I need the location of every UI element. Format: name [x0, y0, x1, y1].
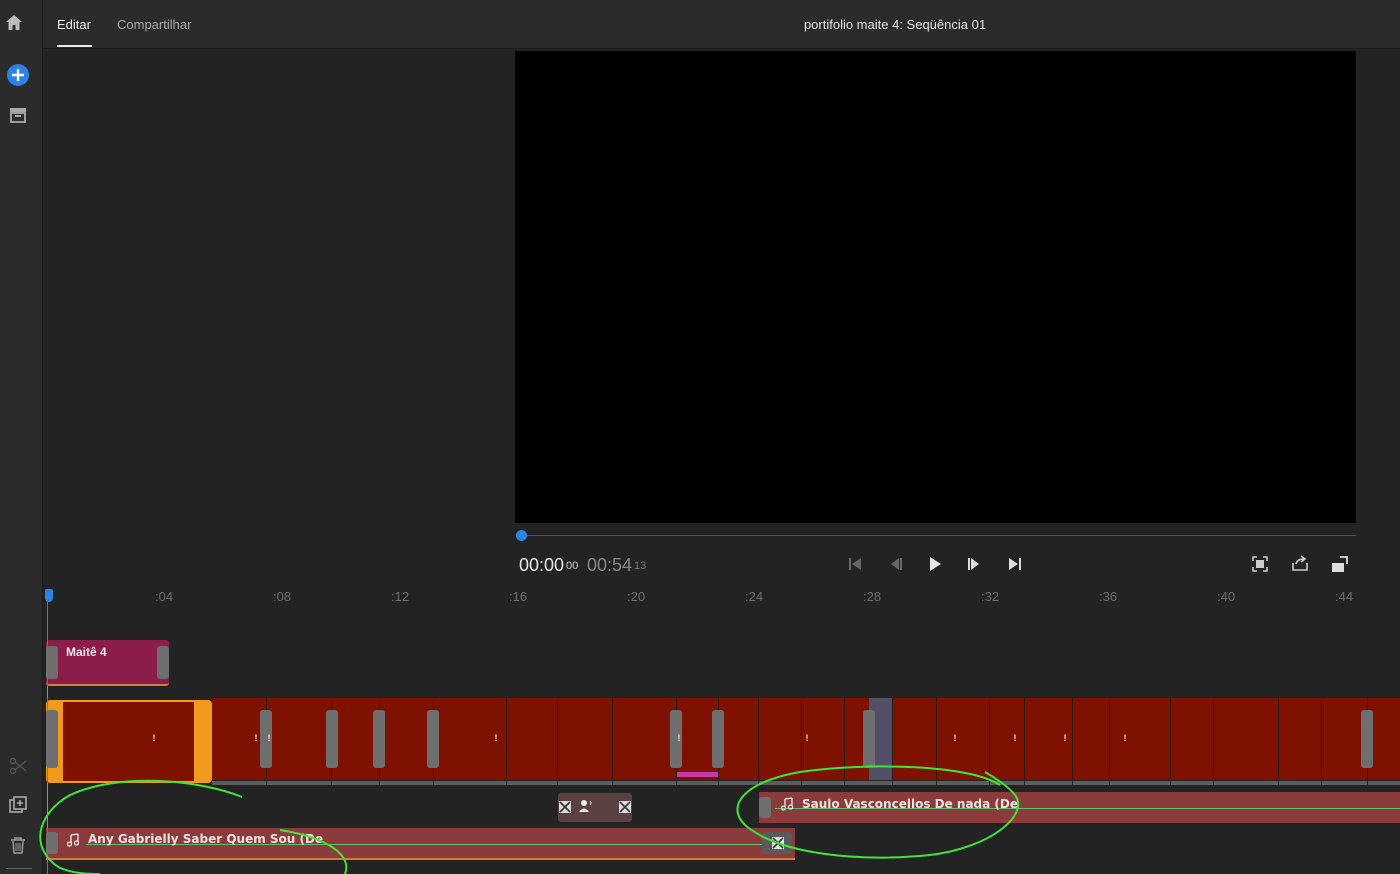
hand-drawn-annotation: [39, 765, 1020, 874]
